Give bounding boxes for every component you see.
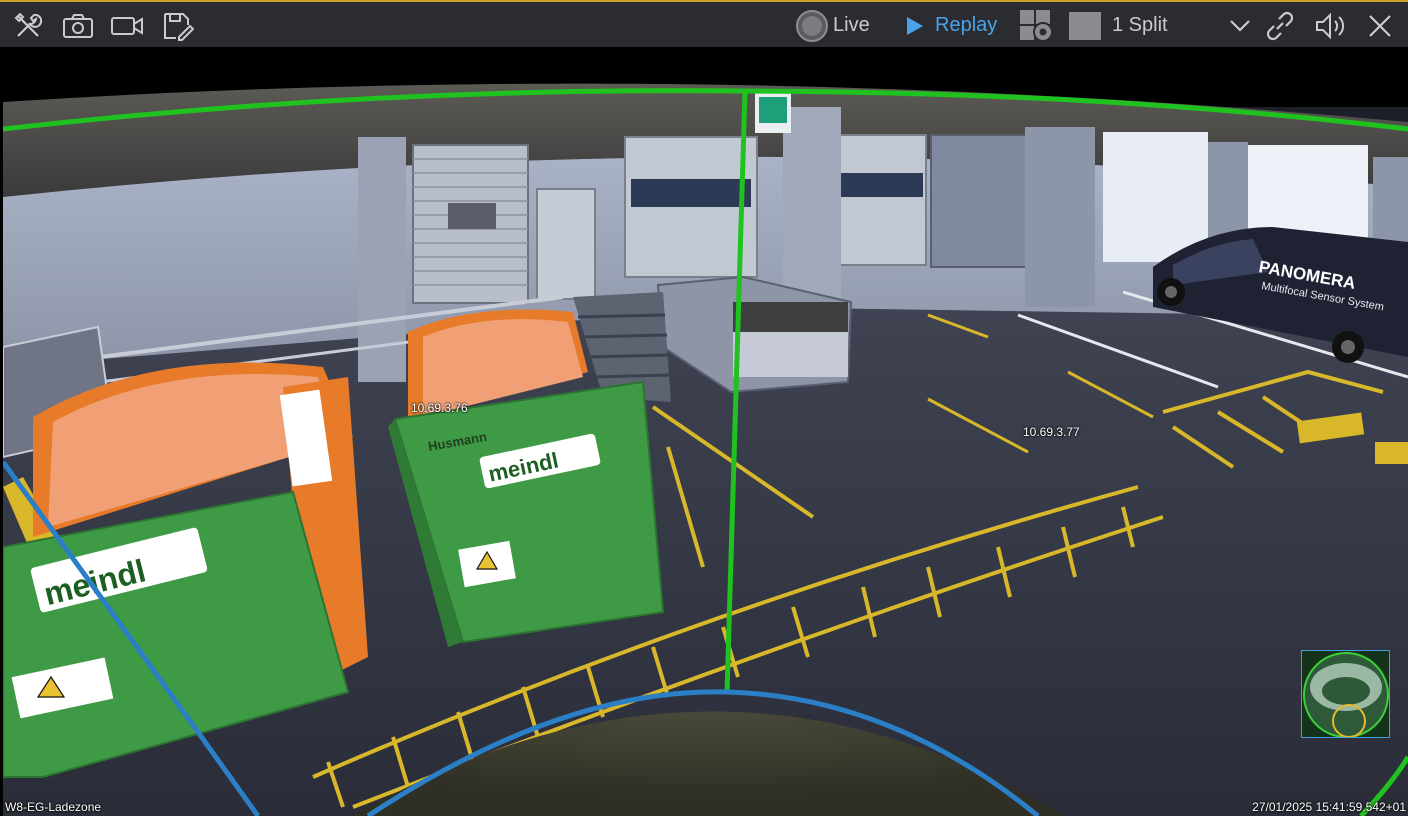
fisheye-minimap[interactable] bbox=[1301, 650, 1390, 738]
link-button[interactable] bbox=[1262, 2, 1298, 49]
save-button[interactable] bbox=[160, 2, 196, 49]
ip-label-left: 10.69.3.76 bbox=[411, 401, 468, 415]
chevron-down-icon bbox=[1230, 19, 1250, 32]
square-icon bbox=[1069, 11, 1101, 40]
split-dropdown-button[interactable] bbox=[1226, 2, 1254, 49]
save-edit-icon bbox=[164, 12, 194, 41]
close-icon bbox=[1369, 14, 1391, 37]
snapshot-button[interactable] bbox=[60, 2, 96, 49]
split-label: 1 Split bbox=[1112, 14, 1168, 36]
close-button[interactable] bbox=[1362, 2, 1398, 49]
live-button[interactable]: Live bbox=[795, 2, 875, 49]
replay-label: Replay bbox=[935, 14, 998, 36]
grid-gear-icon bbox=[1020, 9, 1053, 42]
minimap-view bbox=[1302, 651, 1389, 737]
timestamp: 27/01/2025 15:41:59.542+01 bbox=[1252, 800, 1406, 814]
camera-name: W8-EG-Ladezone bbox=[5, 800, 102, 814]
camera-video-feed[interactable]: PANOMERA Multifocal Sensor System meindl… bbox=[3, 47, 1408, 816]
replay-button[interactable]: Replay bbox=[904, 2, 1004, 49]
video-camera-icon bbox=[111, 16, 143, 35]
split-selector[interactable]: 1 Split bbox=[1112, 2, 1172, 49]
link-icon bbox=[1266, 11, 1294, 40]
play-icon bbox=[907, 16, 923, 35]
toolbar: Live Replay 1 Split bbox=[0, 0, 1408, 47]
camera-icon bbox=[63, 13, 93, 38]
ip-label-right: 10.69.3.77 bbox=[1023, 425, 1080, 439]
layout-button[interactable] bbox=[1067, 2, 1103, 49]
speaker-icon bbox=[1316, 12, 1345, 39]
live-label: Live bbox=[833, 14, 870, 36]
tools-icon bbox=[14, 12, 43, 37]
settings-button[interactable] bbox=[1019, 2, 1055, 49]
live-indicator-icon bbox=[796, 9, 828, 42]
tools-button[interactable] bbox=[10, 2, 46, 49]
audio-button[interactable] bbox=[1312, 2, 1348, 49]
record-button[interactable] bbox=[108, 2, 146, 49]
camera-scene: PANOMERA Multifocal Sensor System meindl… bbox=[3, 47, 1408, 816]
